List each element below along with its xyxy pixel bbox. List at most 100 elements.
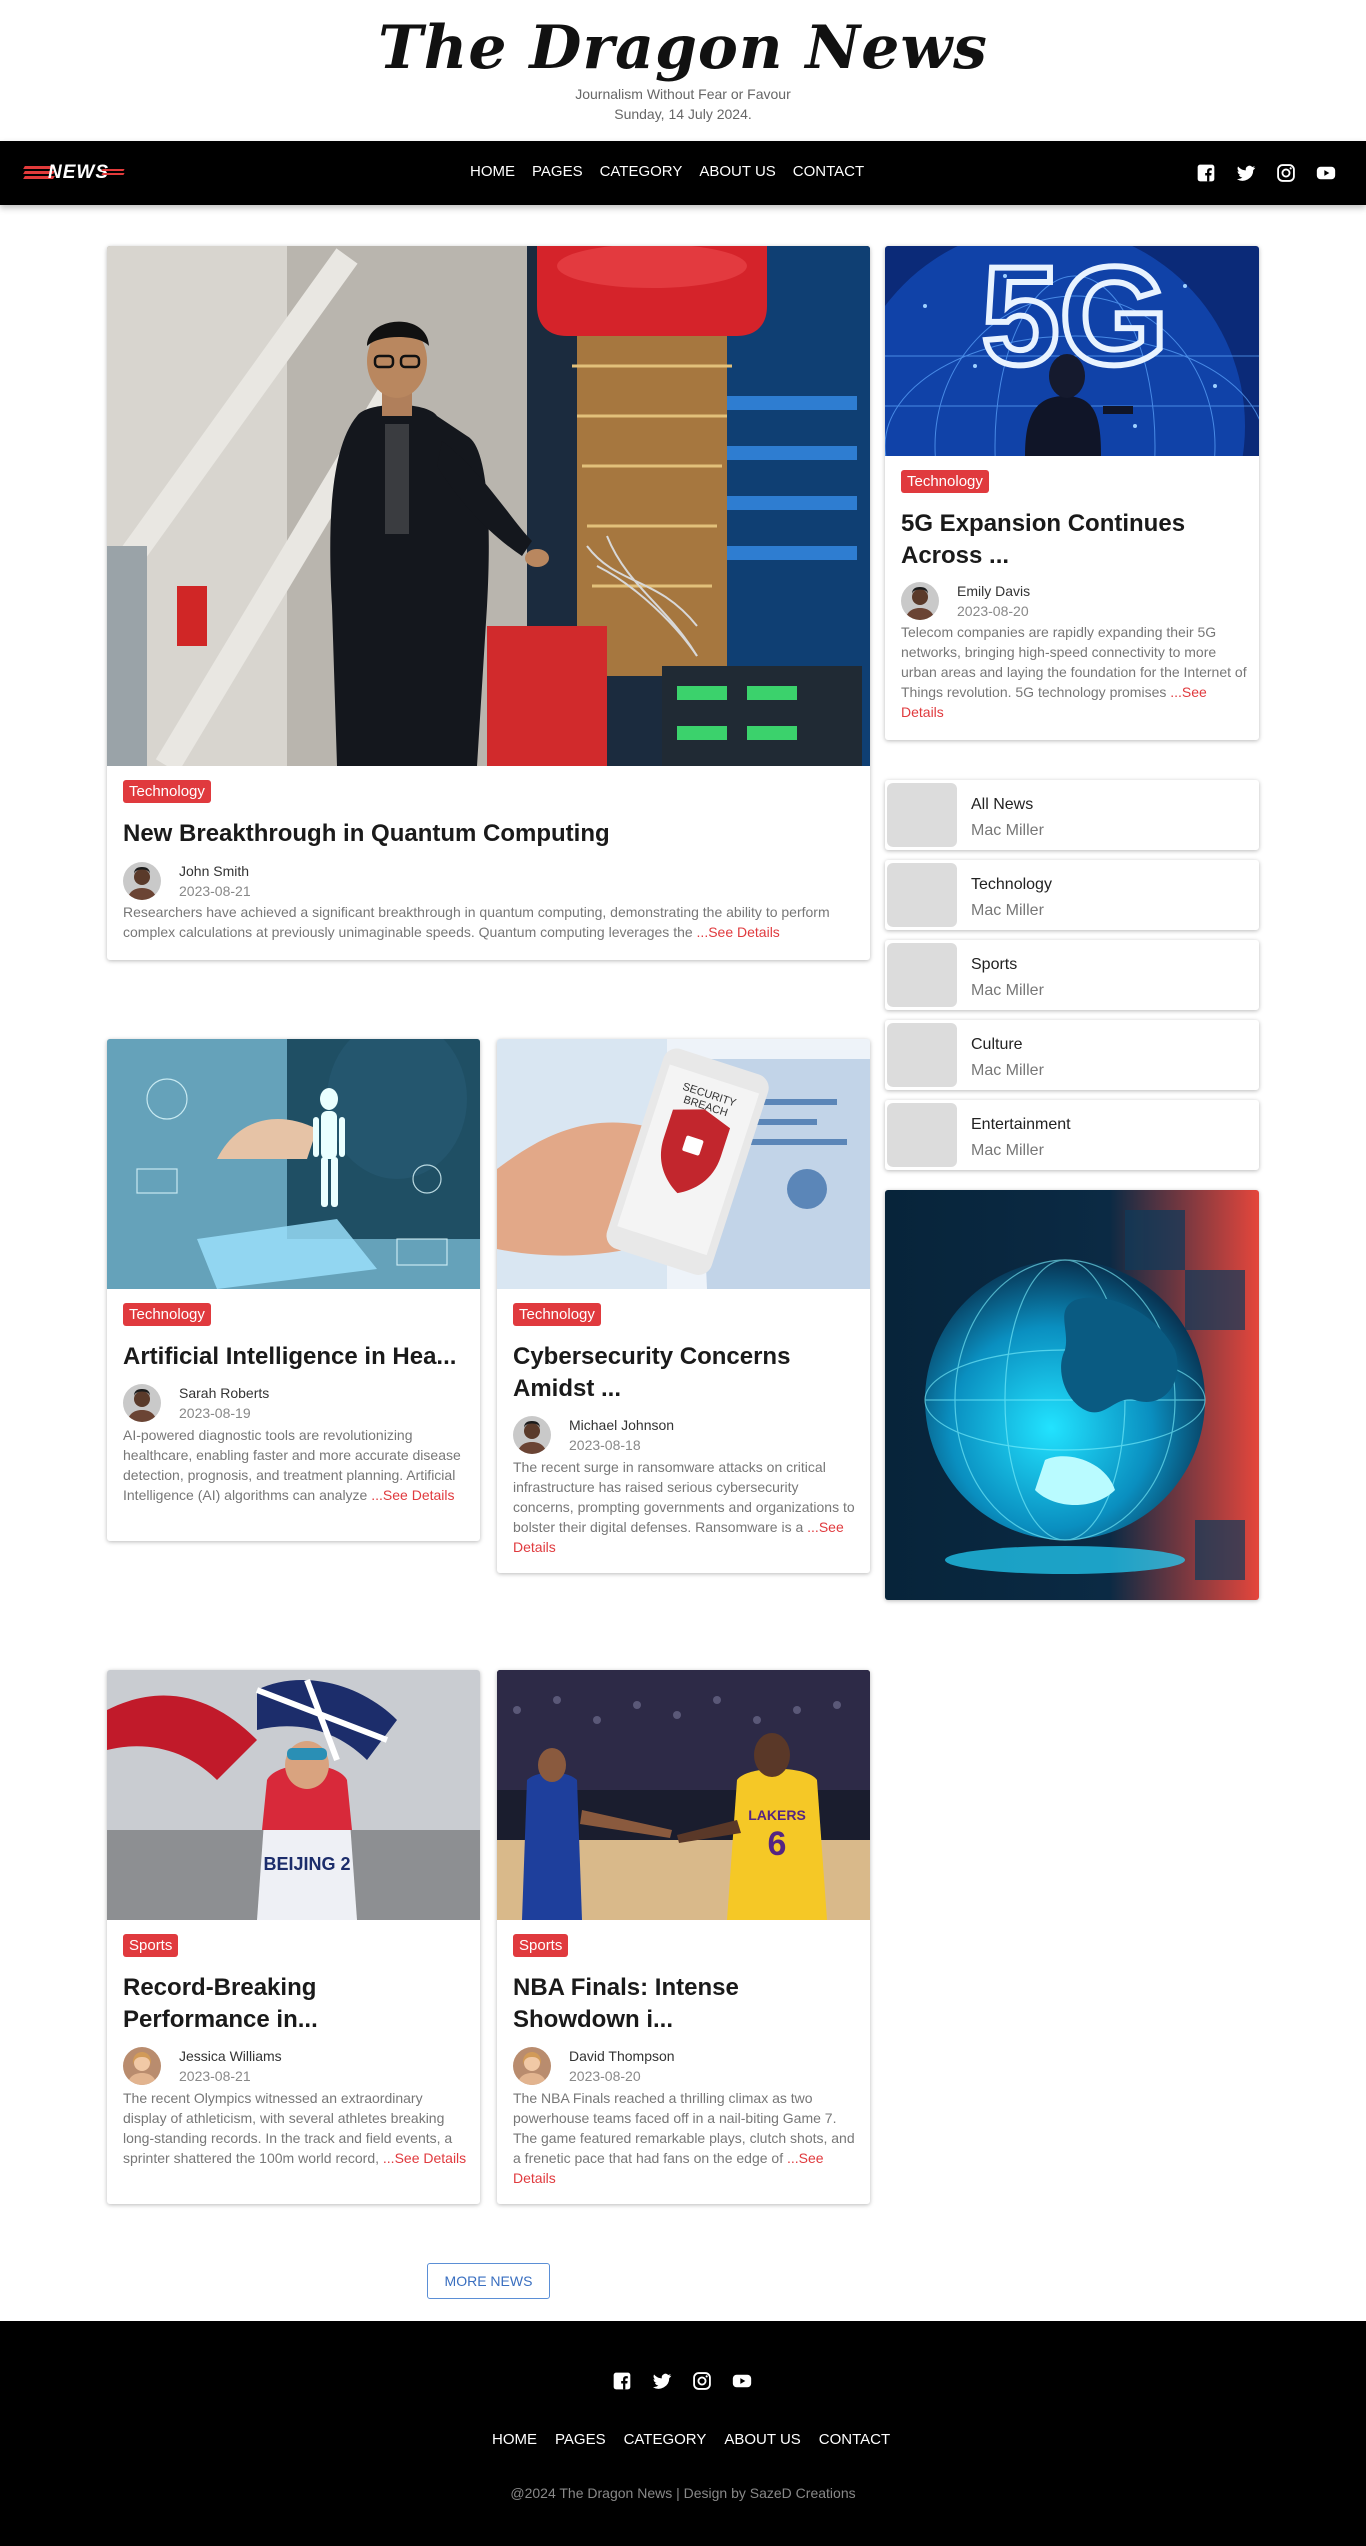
instagram-icon[interactable] — [1276, 163, 1296, 183]
category-name: All News — [971, 796, 1034, 813]
featured-article-image[interactable] — [107, 246, 870, 766]
article-title[interactable]: Artificial Intelligence in Hea... — [123, 1341, 473, 1373]
side-article-image[interactable]: 5G — [885, 246, 1259, 456]
article-author: Sarah Roberts 2023-08-19 — [123, 1384, 269, 1422]
category-item-culture[interactable]: Culture Mac Miller — [885, 1020, 1259, 1090]
side-category-badge[interactable]: Technology — [901, 470, 989, 493]
article-image[interactable] — [107, 1039, 480, 1289]
globe-banner[interactable] — [885, 1190, 1259, 1600]
article-category-badge[interactable]: Sports — [123, 1934, 179, 1957]
footer-link-contact[interactable]: CONTACT — [819, 2431, 890, 2448]
jersey-number: 6 — [768, 1825, 787, 1863]
article-excerpt: The recent Olympics witnessed an extraor… — [123, 2088, 468, 2168]
author-name: Emily Davis — [957, 583, 1031, 599]
instagram-icon[interactable] — [692, 2371, 712, 2391]
footer-social-links — [612, 2371, 752, 2391]
category-label[interactable]: Technology — [123, 1303, 211, 1326]
copyright-text: @2024 The Dragon News | Design by SazeD … — [510, 2485, 856, 2501]
article-excerpt: The NBA Finals reached a thrilling clima… — [513, 2088, 858, 2188]
article-image[interactable]: BEIJING 2 — [107, 1670, 480, 1920]
article-card-olympics[interactable]: BEIJING 2 Sports Record-Breaking Perform… — [107, 1670, 480, 2204]
article-author: Michael Johnson 2023-08-18 — [513, 1416, 674, 1454]
footer: HOME PAGES CATEGORY ABOUT US CONTACT @20… — [0, 2321, 1366, 2546]
masthead: The Dragon News Journalism Without Fear … — [0, 0, 1366, 141]
see-details-link[interactable]: ...See Details — [371, 1487, 454, 1503]
category-thumbnail — [887, 943, 957, 1007]
excerpt-text: The recent surge in ransomware attacks o… — [513, 1459, 855, 1535]
youtube-icon[interactable] — [1316, 163, 1336, 183]
header-social-links — [1196, 163, 1336, 183]
bib-text: BEIJING 2 — [263, 1854, 350, 1874]
article-image[interactable]: SECURITY BREACH — [497, 1039, 870, 1289]
logo-text: NEWS — [48, 162, 109, 183]
author-name: Jessica Williams — [179, 2048, 282, 2064]
nav-link-category[interactable]: CATEGORY — [600, 163, 683, 180]
avatar — [123, 2047, 161, 2085]
author-name: Sarah Roberts — [179, 1385, 270, 1401]
main-nav: HOME PAGES CATEGORY ABOUT US CONTACT — [470, 163, 881, 180]
featured-excerpt: Researchers have achieved a significant … — [123, 902, 858, 942]
article-image[interactable]: LAKERS 6 — [497, 1670, 870, 1920]
category-item-entertainment[interactable]: Entertainment Mac Miller — [885, 1100, 1259, 1170]
nav-link-about-us[interactable]: ABOUT US — [699, 163, 775, 180]
category-label[interactable]: Technology — [123, 780, 211, 803]
side-article-card[interactable]: 5G Technology 5G Expansion Continues Acr… — [885, 246, 1259, 740]
article-title[interactable]: NBA Finals: Intense Showdown i... — [513, 1972, 843, 2036]
author-name: John Smith — [179, 863, 250, 879]
category-name: Technology — [971, 876, 1052, 893]
category-item-technology[interactable]: Technology Mac Miller — [885, 860, 1259, 930]
see-details-link[interactable]: ...See Details — [383, 2150, 466, 2166]
nav-link-contact[interactable]: CONTACT — [793, 163, 864, 180]
facebook-icon[interactable] — [1196, 163, 1216, 183]
featured-category-badge[interactable]: Technology — [123, 780, 211, 803]
avatar — [513, 1416, 551, 1454]
category-label[interactable]: Technology — [901, 470, 989, 493]
article-category-badge[interactable]: Technology — [123, 1303, 211, 1326]
publish-date: 2023-08-18 — [569, 1437, 641, 1453]
article-category-badge[interactable]: Technology — [513, 1303, 601, 1326]
article-title[interactable]: Record-Breaking Performance in... — [123, 1972, 453, 2036]
category-label[interactable]: Sports — [123, 1934, 179, 1957]
avatar — [513, 2047, 551, 2085]
article-card-ai-healthcare[interactable]: Technology Artificial Intelligence in He… — [107, 1039, 480, 1541]
article-category-badge[interactable]: Sports — [513, 1934, 569, 1957]
category-thumbnail — [887, 1023, 957, 1087]
category-author: Mac Miller — [971, 822, 1044, 839]
category-label[interactable]: Sports — [513, 1934, 569, 1957]
nav-link-home[interactable]: HOME — [470, 163, 515, 180]
publish-date: 2023-08-21 — [179, 883, 251, 899]
twitter-icon[interactable] — [652, 2371, 672, 2391]
facebook-icon[interactable] — [612, 2371, 632, 2391]
site-title[interactable]: The Dragon News — [0, 16, 1366, 80]
category-author: Mac Miller — [971, 1142, 1044, 1159]
category-name: Culture — [971, 1036, 1023, 1053]
category-thumbnail — [887, 1103, 957, 1167]
article-author: David Thompson 2023-08-20 — [513, 2047, 675, 2085]
logo-underline — [101, 169, 125, 179]
twitter-icon[interactable] — [1236, 163, 1256, 183]
category-item-all-news[interactable]: All News Mac Miller — [885, 780, 1259, 850]
featured-article-card[interactable]: Technology New Breakthrough in Quantum C… — [107, 246, 870, 960]
footer-link-pages[interactable]: PAGES — [555, 2431, 606, 2448]
nav-link-pages[interactable]: PAGES — [532, 163, 583, 180]
featured-title[interactable]: New Breakthrough in Quantum Computing — [123, 818, 853, 850]
footer-link-about-us[interactable]: ABOUT US — [724, 2431, 800, 2448]
site-logo[interactable]: NEWS — [23, 162, 125, 184]
more-news-button[interactable]: MORE NEWS — [427, 2263, 550, 2299]
see-details-link[interactable]: ...See Details — [697, 924, 780, 940]
footer-link-home[interactable]: HOME — [492, 2431, 537, 2448]
publish-date: 2023-08-20 — [569, 2068, 641, 2084]
article-excerpt: AI-powered diagnostic tools are revoluti… — [123, 1425, 468, 1505]
category-label[interactable]: Technology — [513, 1303, 601, 1326]
publish-date: 2023-08-20 — [957, 603, 1029, 619]
article-card-nba-finals[interactable]: LAKERS 6 Sports NBA Finals: Intense Show… — [497, 1670, 870, 2204]
category-item-sports[interactable]: Sports Mac Miller — [885, 940, 1259, 1010]
footer-link-category[interactable]: CATEGORY — [624, 2431, 707, 2448]
youtube-icon[interactable] — [732, 2371, 752, 2391]
side-article-title[interactable]: 5G Expansion Continues Across ... — [901, 508, 1241, 572]
article-card-cybersecurity[interactable]: SECURITY BREACH Technology Cybersecurity… — [497, 1039, 870, 1573]
category-author: Mac Miller — [971, 902, 1044, 919]
article-title[interactable]: Cybersecurity Concerns Amidst ... — [513, 1341, 833, 1405]
side-article-author: Emily Davis 2023-08-20 — [901, 582, 1030, 620]
article-author: Jessica Williams 2023-08-21 — [123, 2047, 282, 2085]
